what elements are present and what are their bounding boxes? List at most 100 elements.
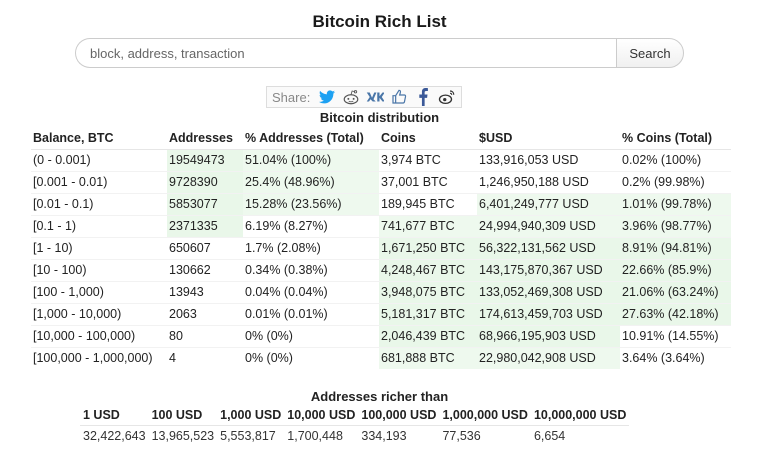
cell-balance: [0.01 - 0.1): [31, 192, 167, 215]
cell-balance: [1 - 10): [31, 236, 167, 259]
cell-usd: 24,994,940,309 USD: [477, 214, 620, 237]
table-row: [1 - 10) 650607 1.7% (2.08%) 1,671,250 B…: [31, 236, 731, 259]
col-header-100000usd: 100,000 USD: [358, 405, 440, 426]
cell-usd: 133,916,053 USD: [477, 148, 620, 171]
col-header-1usd: 1 USD: [80, 405, 149, 426]
table-header-row: Balance, BTC Addresses % Addresses (Tota…: [31, 127, 731, 150]
cell-coins: 681,888 BTC: [379, 346, 477, 369]
cell-usd: 133,052,469,308 USD: [477, 280, 620, 303]
cell-coins-pct: 10.91% (14.55%): [620, 324, 731, 347]
cell-addresses: 2063: [167, 302, 243, 325]
cell-coins: 741,677 BTC: [379, 214, 477, 237]
cell-coins: 37,001 BTC: [379, 170, 477, 193]
cell-addresses-pct: 0.01% (0.01%): [243, 302, 379, 325]
col-header-1000000usd: 1,000,000 USD: [439, 405, 531, 426]
col-header-1000usd: 1,000 USD: [217, 405, 285, 426]
col-header-balance: Balance, BTC: [31, 127, 167, 150]
table-row: [0.01 - 0.1) 5853077 15.28% (23.56%) 189…: [31, 192, 731, 215]
cell-addresses: 130662: [167, 258, 243, 281]
cell-balance: [0.001 - 0.01): [31, 170, 167, 193]
table-row: [100,000 - 1,000,000) 4 0% (0%) 681,888 …: [31, 346, 731, 369]
cell-balance: [100 - 1,000): [31, 280, 167, 303]
cell-count: 13,965,523: [151, 429, 215, 444]
twitter-icon[interactable]: [318, 88, 336, 106]
cell-coins: 1,671,250 BTC: [379, 236, 477, 259]
table-row: [10 - 100) 130662 0.34% (0.38%) 4,248,46…: [31, 258, 731, 281]
cell-count: 334,193: [361, 429, 407, 444]
search-input[interactable]: [75, 38, 616, 68]
table-row: (0 - 0.001) 19549473 51.04% (100%) 3,974…: [31, 148, 731, 171]
cell-coins-pct: 21.06% (63.24%): [620, 280, 731, 303]
cell-coins: 3,974 BTC: [379, 148, 477, 171]
cell-addresses-pct: 0% (0%): [243, 324, 379, 347]
cell-coins-pct: 0.02% (100%): [620, 148, 731, 171]
richer-than-table: 1 USD 100 USD 1,000 USD 10,000 USD 100,0…: [80, 405, 630, 447]
cell-usd: 22,980,042,908 USD: [477, 346, 620, 369]
distribution-table: Balance, BTC Addresses % Addresses (Tota…: [31, 127, 731, 369]
cell-coins: 5,181,317 BTC: [379, 302, 477, 325]
cell-coins: 4,248,467 BTC: [379, 258, 477, 281]
cell-usd: 143,175,870,367 USD: [477, 258, 620, 281]
col-header-100usd: 100 USD: [148, 405, 218, 426]
cell-addresses: 80: [167, 324, 243, 347]
cell-addresses-pct: 0.04% (0.04%): [243, 280, 379, 303]
page-title: Bitcoin Rich List: [312, 12, 447, 31]
like-icon[interactable]: [390, 88, 408, 106]
cell-coins-pct: 1.01% (99.78%): [620, 192, 731, 215]
search-button[interactable]: Search: [616, 38, 684, 68]
reddit-icon[interactable]: [342, 88, 360, 106]
cell-coins: 189,945 BTC: [379, 192, 477, 215]
cell-balance: [1,000 - 10,000): [31, 302, 167, 325]
cell-coins-pct: 22.66% (85.9%): [620, 258, 731, 281]
cell-coins-pct: 3.96% (98.77%): [620, 214, 731, 237]
cell-addresses-pct: 25.4% (48.96%): [243, 170, 379, 193]
col-header-coins-pct: % Coins (Total): [620, 127, 731, 150]
cell-coins-pct: 27.63% (42.18%): [620, 302, 731, 325]
cell-addresses: 2371335: [167, 214, 243, 237]
cell-balance: [10 - 100): [31, 258, 167, 281]
col-header-addresses-pct: % Addresses (Total): [243, 127, 379, 150]
cell-coins: 3,948,075 BTC: [379, 280, 477, 303]
table-row: [1,000 - 10,000) 2063 0.01% (0.01%) 5,18…: [31, 302, 731, 325]
cell-balance: [100,000 - 1,000,000): [31, 346, 167, 369]
col-header-coins: Coins: [379, 127, 477, 150]
table-header-row: 1 USD 100 USD 1,000 USD 10,000 USD 100,0…: [80, 405, 630, 426]
cell-addresses-pct: 0.34% (0.38%): [243, 258, 379, 281]
cell-balance: [10,000 - 100,000): [31, 324, 167, 347]
cell-count: 1,700,448: [287, 429, 343, 444]
distribution-caption: Bitcoin distribution: [319, 110, 440, 125]
share-bar: Share:: [266, 86, 463, 108]
cell-count: 32,422,643: [83, 429, 146, 444]
cell-usd: 56,322,131,562 USD: [477, 236, 620, 259]
cell-usd: 6,401,249,777 USD: [477, 192, 620, 215]
table-row: [0.1 - 1) 2371335 6.19% (8.27%) 741,677 …: [31, 214, 731, 237]
cell-addresses-pct: 15.28% (23.56%): [243, 192, 379, 215]
col-header-usd: $USD: [477, 127, 620, 150]
cell-count: 6,654: [533, 429, 566, 444]
cell-addresses: 13943: [167, 280, 243, 303]
cell-usd: 174,613,459,703 USD: [477, 302, 620, 325]
cell-coins-pct: 3.64% (3.64%): [620, 346, 731, 369]
cell-balance: [0.1 - 1): [31, 214, 167, 237]
cell-coins-pct: 0.2% (99.98%): [620, 170, 731, 193]
cell-count: 5,553,817: [220, 429, 276, 444]
cell-addresses: 9728390: [167, 170, 243, 193]
cell-addresses-pct: 51.04% (100%): [243, 148, 379, 171]
cell-addresses: 650607: [167, 236, 243, 259]
weibo-icon[interactable]: [438, 88, 456, 106]
cell-addresses-pct: 1.7% (2.08%): [243, 236, 379, 259]
cell-coins: 2,046,439 BTC: [379, 324, 477, 347]
search-bar: Search: [75, 38, 684, 68]
cell-addresses: 5853077: [167, 192, 243, 215]
table-row: [100 - 1,000) 13943 0.04% (0.04%) 3,948,…: [31, 280, 731, 303]
col-header-addresses: Addresses: [167, 127, 243, 150]
facebook-icon[interactable]: [414, 88, 432, 106]
richer-than-caption: Addresses richer than: [310, 389, 449, 404]
vk-icon[interactable]: [366, 88, 385, 106]
table-row: [0.001 - 0.01) 9728390 25.4% (48.96%) 37…: [31, 170, 731, 193]
col-header-10000000usd: 10,000,000 USD: [530, 405, 630, 426]
cell-addresses-pct: 0% (0%): [243, 346, 379, 369]
cell-addresses-pct: 6.19% (8.27%): [243, 214, 379, 237]
table-row: [10,000 - 100,000) 80 0% (0%) 2,046,439 …: [31, 324, 731, 347]
share-label: Share:: [272, 89, 311, 105]
